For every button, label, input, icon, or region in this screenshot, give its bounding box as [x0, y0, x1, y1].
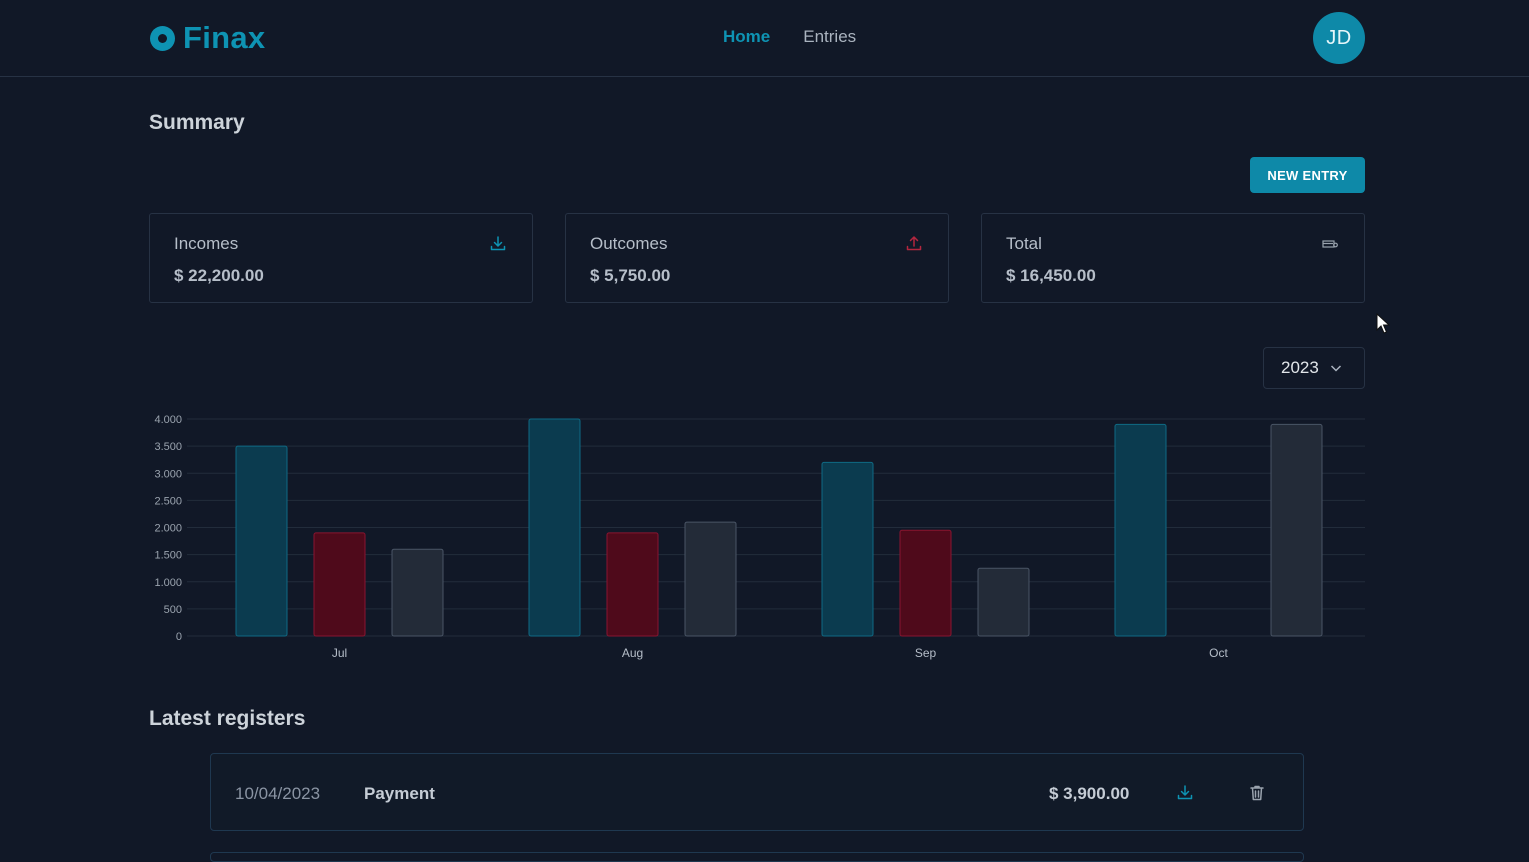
- summary-title: Summary: [149, 111, 245, 134]
- chart-bar: [1114, 423, 1167, 637]
- nav-home-link[interactable]: Home: [723, 27, 770, 47]
- y-tick-label: 4.000: [154, 414, 182, 426]
- nav-entries-link[interactable]: Entries: [803, 27, 856, 47]
- latest-registers-title: Latest registers: [149, 707, 306, 730]
- logo-text: Finax: [183, 20, 266, 55]
- total-value: $ 16,450.00: [1006, 266, 1096, 285]
- y-tick-label: 500: [164, 604, 182, 616]
- y-tick-label: 1.000: [154, 577, 182, 589]
- year-select-value: 2023: [1281, 358, 1319, 377]
- register-amount: $ 3,900.00: [1049, 784, 1130, 803]
- upload-icon: [906, 236, 922, 251]
- income-download-icon: [1177, 785, 1193, 800]
- y-tick-label: 3.000: [154, 468, 182, 480]
- app-header: Finax Home Entries JD: [0, 0, 1529, 77]
- user-avatar[interactable]: JD: [1313, 12, 1365, 64]
- incomes-label: Incomes: [174, 234, 239, 253]
- x-tick-label: Oct: [1209, 646, 1228, 660]
- y-tick-label: 3.500: [154, 441, 182, 453]
- main-nav: Home Entries: [723, 27, 856, 47]
- download-icon: [490, 236, 506, 251]
- register-description: Payment: [364, 784, 435, 803]
- logo[interactable]: Finax: [150, 18, 265, 58]
- logo-icon: [150, 25, 175, 51]
- new-entry-button[interactable]: NEW ENTRY: [1250, 157, 1365, 193]
- total-card: Total $ 16,450.00: [981, 213, 1365, 303]
- register-row-partial: [210, 852, 1304, 862]
- total-label: Total: [1006, 234, 1042, 253]
- chart-bar: [821, 461, 874, 637]
- wallet-icon: [1322, 240, 1338, 248]
- year-select[interactable]: 2023: [1263, 347, 1365, 389]
- register-row: 10/04/2023 Payment $ 3,900.00: [210, 753, 1304, 831]
- y-tick-label: 1.500: [154, 550, 182, 562]
- register-date: 10/04/2023: [235, 784, 321, 803]
- outcomes-value: $ 5,750.00: [590, 266, 671, 285]
- chart-bar: [313, 532, 366, 637]
- chart-bar: [977, 567, 1030, 637]
- chart-bar: [528, 418, 581, 637]
- monthly-bar-chart: 0 500 1.000 1.500 2.000 2.500 3.000 3.500 4.000 J…: [154, 414, 1365, 660]
- chart-bar: [1270, 423, 1323, 637]
- chart-bar: [684, 521, 737, 637]
- chart-bar: [899, 529, 952, 637]
- x-tick-label: Jul: [332, 646, 347, 660]
- chevron-down-icon: [1330, 365, 1341, 372]
- chart-bar: [391, 548, 444, 637]
- x-tick-label: Aug: [622, 646, 643, 660]
- incomes-card: Incomes $ 22,200.00: [149, 213, 533, 303]
- y-tick-label: 2.000: [154, 523, 182, 535]
- outcomes-label: Outcomes: [590, 234, 668, 253]
- trash-icon[interactable]: [1247, 783, 1267, 803]
- x-tick-label: Sep: [915, 646, 937, 660]
- y-tick-label: 0: [176, 631, 182, 643]
- mouse-cursor-icon: [1376, 313, 1390, 334]
- incomes-value: $ 22,200.00: [174, 266, 264, 285]
- y-tick-label: 2.500: [154, 495, 182, 507]
- outcomes-card: Outcomes $ 5,750.00: [565, 213, 949, 303]
- chart-bar: [606, 532, 659, 637]
- chart-bar: [235, 445, 288, 637]
